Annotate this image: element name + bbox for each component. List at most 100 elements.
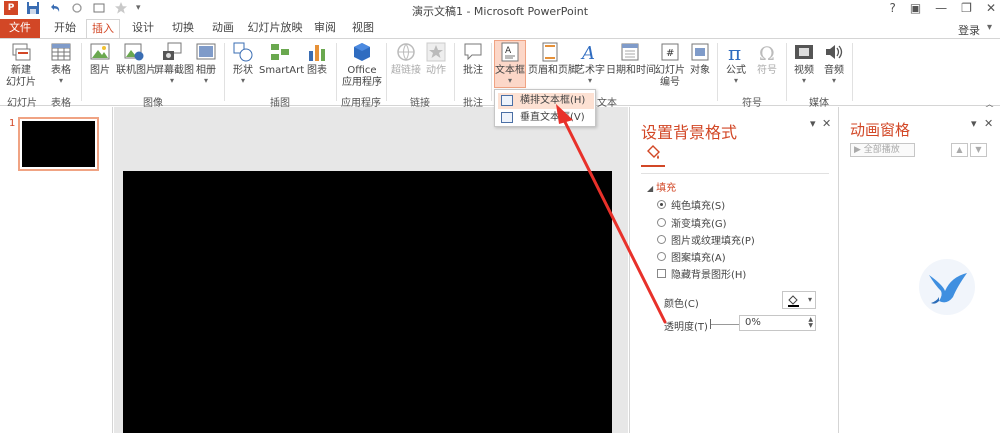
close-button[interactable]: ✕ [986,1,996,15]
screenshot-button[interactable]: 屏幕截图 ▾ [154,41,194,85]
comment-icon [464,43,482,61]
move-down-icon[interactable]: ▼ [970,143,987,157]
checkbox-unchecked [657,268,666,278]
tab-animations[interactable]: 动画 [206,19,240,38]
wordart-button[interactable]: A 艺术字 ▾ [575,41,605,85]
transparency-slider-thumb[interactable] [710,319,711,329]
minimize-button[interactable]: — [935,1,947,15]
tab-design[interactable]: 设计 [126,19,160,38]
table-button[interactable]: 表格 ▾ [46,41,76,85]
bird-logo-icon [919,259,975,315]
account-chevron-icon[interactable]: ▾ [987,22,992,33]
video-button[interactable]: 视频 ▾ [790,41,818,85]
format-background-pane: 设置背景格式 ▾ ✕ ◢ 填充 纯色填充(S) 渐变填充(G) 图片或纹理填充(P… [629,107,837,433]
fill-bucket-icon[interactable] [644,144,662,162]
animation-pane-title: 动画窗格 [850,121,911,139]
tab-view[interactable]: 视图 [348,19,378,38]
animation-pane: 动画窗格 ▾ ✕ ▶ 全部播放 ▲ ▼ [838,107,1000,433]
animation-pane-options-chevron-icon[interactable]: ▾ [971,117,977,130]
slide-number-button[interactable]: # 幻灯片 编号 [655,41,685,89]
sign-in-link[interactable]: 登录 [958,22,980,38]
omega-symbol-icon: Ω [759,43,775,63]
album-button[interactable]: 相册 ▾ [193,41,219,85]
radio-selected [657,199,666,209]
spinner-arrows-icon[interactable]: ▲ ▼ [808,317,813,329]
tab-file[interactable]: 文件 [0,19,40,38]
tab-review[interactable]: 审阅 [310,19,340,38]
picture-texture-fill-option[interactable]: 图片或纹理填充(P) [657,232,755,247]
group-separator [786,43,787,101]
window-controls: ? ▣ — ❐ ✕ [889,1,996,15]
new-slide-icon [12,43,31,61]
online-picture-button[interactable]: 联机图片 [116,41,156,77]
chart-button[interactable]: 图表 [304,41,330,77]
transparency-slider-track[interactable] [710,324,740,325]
slide-thumbnail-content [22,121,95,167]
pattern-fill-option[interactable]: 图案填充(A) [657,249,726,264]
color-picker-button[interactable]: ▾ [782,291,816,309]
tab-slideshow[interactable]: 幻灯片放映 [246,19,304,38]
divider [641,173,829,174]
hide-background-graphics-checkbox[interactable]: 隐藏背景图形(H) [657,266,746,281]
speaker-icon [826,45,843,59]
picture-button[interactable]: 图片 [86,41,114,77]
shapes-icon [233,42,253,62]
smartart-icon [271,44,289,60]
hyperlink-globe-icon [397,43,415,61]
slide-number-label: 1 [9,118,16,129]
smartart-button[interactable]: SmartArt [259,41,304,77]
ribbon-display-button[interactable]: ▣ [910,1,921,15]
pane-options-chevron-icon[interactable]: ▾ [810,117,816,130]
horizontal-textbox-icon [501,95,513,106]
object-icon [691,43,709,61]
action-star-icon [426,42,446,62]
textbox-button[interactable]: A 文本框 ▾ [494,40,526,88]
object-button[interactable]: 对象 [687,41,713,77]
paint-bucket-icon [788,295,799,307]
transparency-input[interactable]: 0% ▲ ▼ [739,315,816,331]
tab-home[interactable]: 开始 [50,19,80,38]
window-title: 演示文稿1 - Microsoft PowerPoint [411,5,589,18]
equation-button[interactable]: π 公式 ▾ [722,41,750,85]
tab-insert[interactable]: 插入 [86,19,120,39]
solid-fill-option[interactable]: 纯色填充(S) [657,197,725,212]
online-picture-icon [124,43,144,61]
photo-album-icon [196,43,216,60]
picture-icon [90,43,110,60]
chart-icon [309,45,325,61]
slide-thumbnail[interactable] [18,117,99,171]
fill-section-header[interactable]: ◢ 填充 [647,179,676,194]
tab-transitions[interactable]: 切换 [166,19,200,38]
textbox-dropdown-menu: 横排文本框(H) 垂直文本框(V) [494,89,596,127]
pane-close-icon[interactable]: ✕ [822,117,831,130]
new-slide-button[interactable]: 新建 幻灯片 [4,41,38,89]
shapes-button[interactable]: 形状 ▾ [230,41,256,85]
animation-pane-close-icon[interactable]: ✕ [984,117,993,130]
play-all-button[interactable]: ▶ 全部播放 [850,143,915,157]
table-icon [51,43,71,61]
action-button[interactable]: 动作 [424,41,448,77]
horizontal-textbox-menu-item[interactable]: 横排文本框(H) [498,93,594,109]
datetime-button[interactable]: 日期和时间 [606,41,656,77]
hyperlink-button[interactable]: 超链接 [390,41,422,77]
office-apps-button[interactable]: Office 应用程序 [340,41,384,89]
audio-button[interactable]: 音频 ▾ [820,41,848,85]
restore-button[interactable]: ❐ [961,1,972,15]
gradient-fill-option[interactable]: 渐变填充(G) [657,215,727,230]
wordart-icon: A [580,43,595,63]
slide-canvas[interactable] [123,171,612,433]
symbol-button[interactable]: Ω 符号 [754,41,780,77]
radio-unselected [657,251,666,261]
help-button[interactable]: ? [889,1,895,15]
comment-button[interactable]: 批注 [459,41,487,77]
move-up-icon[interactable]: ▲ [951,143,968,157]
color-dropdown-chevron-icon: ▾ [807,295,812,304]
radio-unselected [657,234,666,244]
video-film-icon [795,45,813,59]
group-separator [386,43,387,101]
vertical-textbox-menu-item[interactable]: 垂直文本框(V) [498,110,594,126]
group-separator [491,43,492,101]
header-footer-button[interactable]: 页眉和页脚 [528,41,578,77]
vertical-textbox-icon [501,112,513,123]
svg-text:#: # [666,48,674,59]
